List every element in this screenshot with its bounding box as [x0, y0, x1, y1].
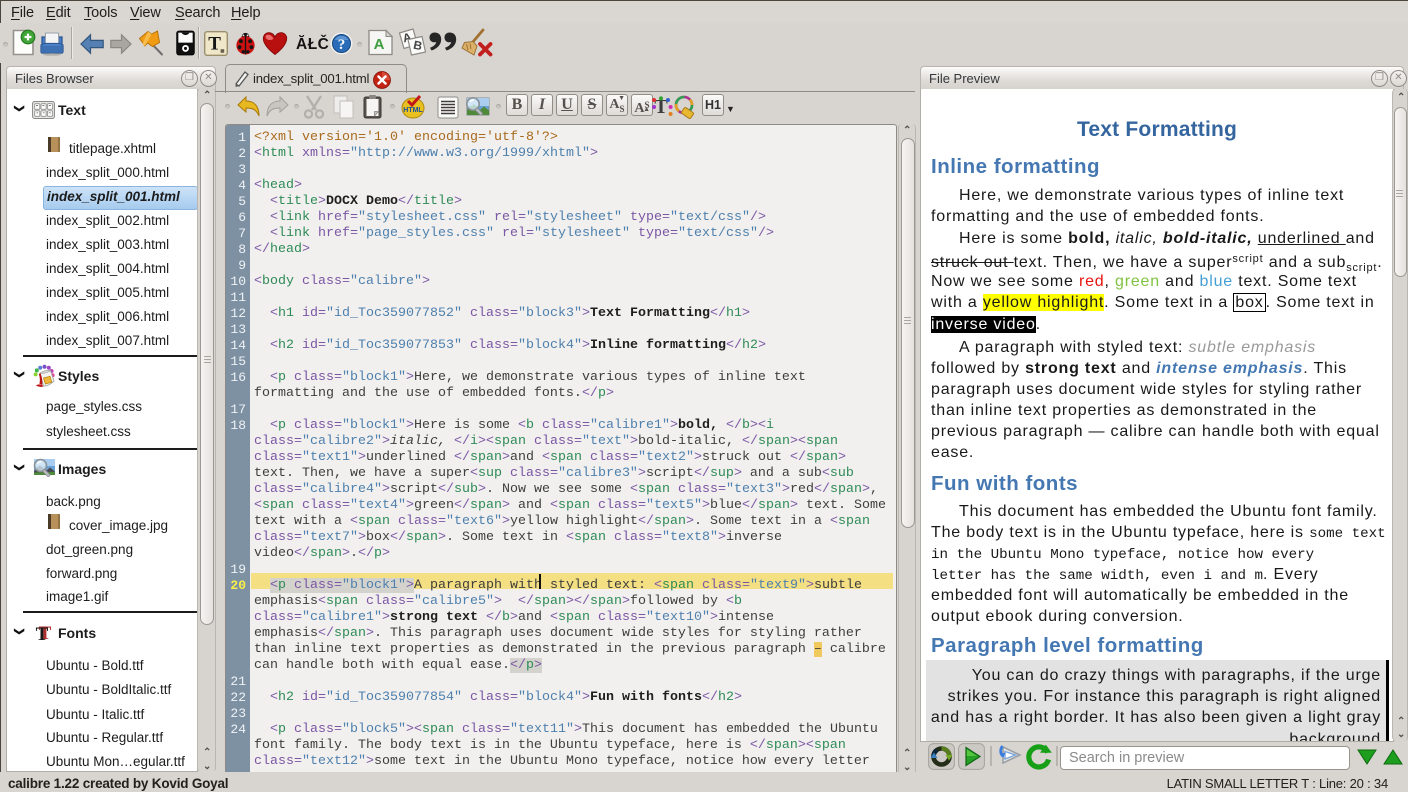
svg-text:A: A — [374, 36, 385, 53]
svg-text:T: T — [208, 34, 221, 55]
svg-text:T: T — [36, 624, 49, 645]
svg-text:?: ? — [338, 37, 346, 53]
svg-text:HTML: HTML — [403, 107, 423, 114]
